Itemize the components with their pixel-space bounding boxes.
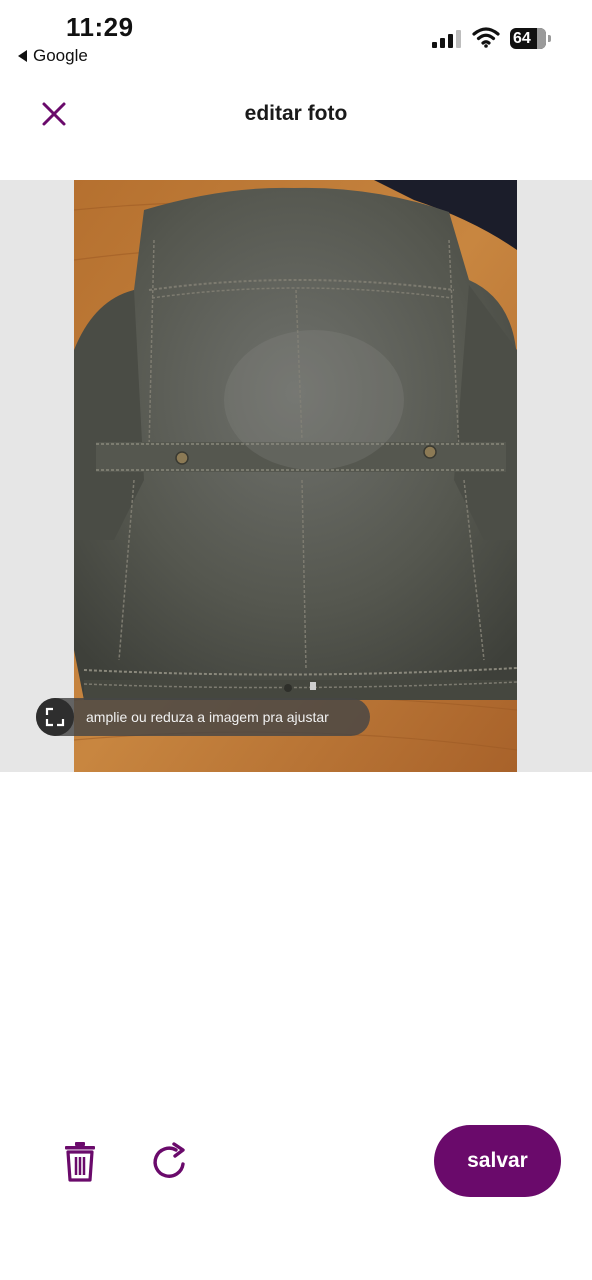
battery-level: 64 [513, 29, 531, 47]
battery-icon: 64 [510, 28, 546, 49]
jacket-photo[interactable] [74, 180, 517, 772]
battery-cap [548, 35, 551, 42]
back-app-label: Google [33, 46, 88, 65]
back-arrow-icon [18, 50, 27, 62]
photo-editor-area[interactable] [0, 180, 592, 772]
jacket-photo-graphic [74, 180, 517, 772]
save-button[interactable]: salvar [434, 1125, 561, 1197]
resize-hint: amplie ou reduza a imagem pra ajustar [36, 698, 370, 736]
status-time: 11:29 [66, 12, 134, 42]
trash-icon[interactable] [60, 1140, 100, 1184]
page-title: editar foto [244, 102, 348, 125]
back-to-app-link[interactable]: Google [18, 46, 88, 66]
cellular-signal-icon [432, 30, 461, 48]
resize-icon [36, 698, 74, 736]
wifi-icon [472, 27, 500, 48]
status-bar: 11:29 Google 64 [0, 0, 592, 70]
rotate-icon[interactable] [150, 1140, 190, 1184]
resize-hint-text: amplie ou reduza a imagem pra ajustar [86, 709, 329, 725]
